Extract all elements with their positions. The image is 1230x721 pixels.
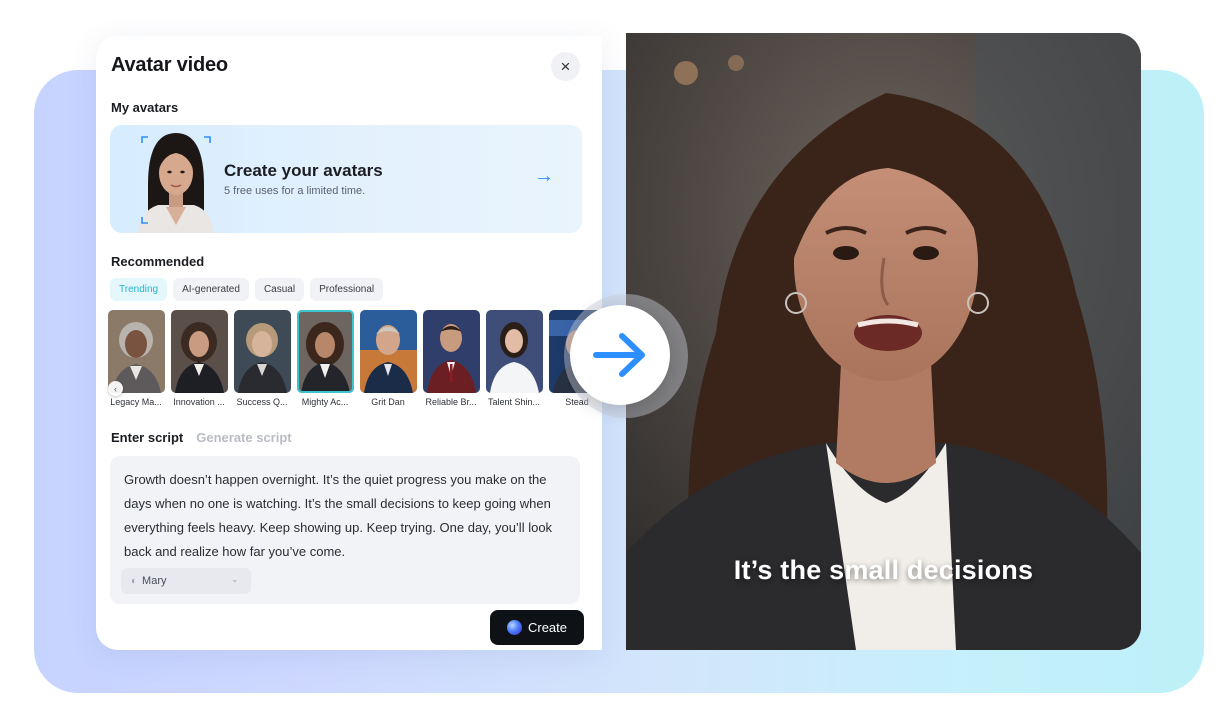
category-chips: Trending AI-generated Casual Professiona… (110, 278, 384, 301)
avatar-card-success[interactable]: Success Q... (234, 310, 291, 407)
close-icon: × (560, 56, 571, 76)
script-input[interactable]: Growth doesn’t happen overnight. It’s th… (110, 456, 580, 604)
avatar-name: Success Q... (236, 397, 288, 407)
chevron-left-icon: ‹ (114, 383, 117, 394)
create-button[interactable]: Create (490, 610, 584, 645)
avatar-name: Innovation ... (173, 397, 225, 407)
chip-trending[interactable]: Trending (110, 278, 168, 301)
script-tabs: Enter script Generate script (111, 430, 292, 445)
chip-professional[interactable]: Professional (310, 278, 384, 301)
voice-icon: ◐ (131, 575, 138, 587)
avatar-video-panel: Avatar video × My avatars Create your av… (96, 36, 602, 650)
avatar-thumbnail (297, 310, 354, 393)
scroll-left-button[interactable]: ‹ (108, 381, 123, 396)
avatar-thumbnail (360, 310, 417, 393)
close-button[interactable]: × (551, 52, 580, 81)
create-avatar-card[interactable]: Create your avatars 5 free uses for a li… (110, 125, 582, 233)
orb-icon (506, 620, 522, 635)
avatar-name: Reliable Br... (425, 397, 477, 407)
voice-name: Mary (142, 575, 167, 587)
my-avatars-heading: My avatars (111, 100, 179, 115)
script-text[interactable]: Growth doesn’t happen overnight. It’s th… (124, 468, 570, 564)
create-avatars-subtitle: 5 free uses for a limited time. (224, 185, 366, 197)
transition-arrow (570, 305, 670, 405)
video-preview[interactable]: It’s the small decisions (626, 33, 1141, 650)
voice-selector[interactable]: ◐ Mary ⌄ (121, 568, 251, 594)
avatar-name: Mighty Ac... (301, 397, 349, 407)
video-caption: It’s the small decisions (733, 555, 1034, 585)
avatar-thumbnail (234, 310, 291, 393)
tab-generate-script[interactable]: Generate script (196, 430, 291, 445)
avatar-carousel: Legacy Ma... Innovation ... Success Q...… (108, 310, 602, 414)
create-button-label: Create (527, 620, 568, 635)
arrow-right-icon (593, 333, 645, 377)
avatar-portrait-image (138, 133, 214, 233)
avatar-thumbnail (486, 310, 543, 393)
avatar-thumbnail (423, 310, 480, 393)
recommended-heading: Recommended (111, 254, 205, 269)
panel-title: Avatar video (111, 54, 228, 76)
chevron-down-icon: ⌄ (231, 574, 239, 584)
arrow-right-icon[interactable]: → (534, 165, 554, 188)
avatar-card-mighty[interactable]: Mighty Ac... (297, 310, 354, 407)
avatar-thumbnail (171, 310, 228, 393)
avatar-name: Grit Dan (371, 397, 405, 407)
avatar-card-grit-dan[interactable]: Grit Dan (360, 310, 417, 407)
avatar-card-talent[interactable]: Talent Shin... (486, 310, 543, 407)
avatar-name: Legacy Ma... (110, 397, 162, 407)
avatar-card-reliable[interactable]: Reliable Br... (423, 310, 480, 407)
create-avatars-title: Create your avatars (224, 161, 383, 180)
chip-casual[interactable]: Casual (254, 278, 305, 301)
avatar-card-innovation[interactable]: Innovation ... (171, 310, 228, 407)
chip-ai-generated[interactable]: AI-generated (173, 278, 249, 301)
tab-enter-script[interactable]: Enter script (111, 430, 183, 445)
avatar-name: Talent Shin... (487, 397, 541, 407)
